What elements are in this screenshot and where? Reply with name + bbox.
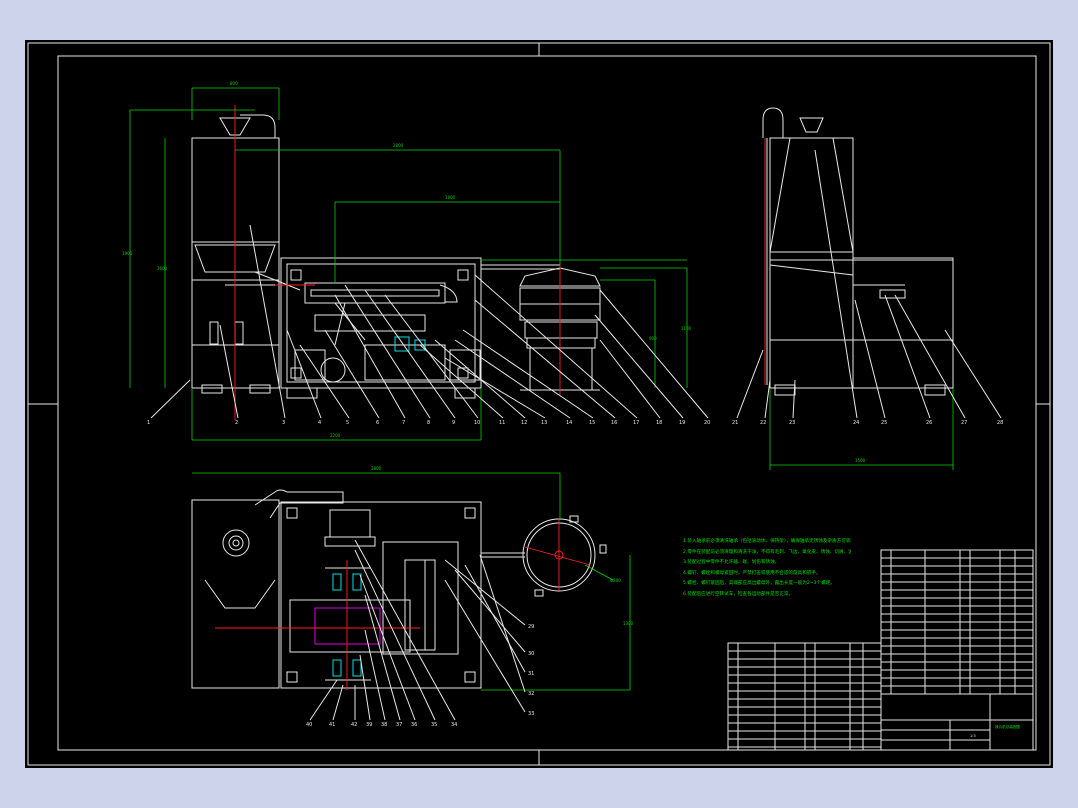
svg-text:1800: 1800 (445, 195, 456, 200)
title-block: 揉丸机总装配图 1:5 (880, 693, 1034, 751)
part-label: 26 (926, 420, 932, 426)
part-label: 2 (235, 420, 238, 426)
part-label: 23 (789, 420, 795, 426)
outer-frame (27, 42, 1051, 766)
svg-text:2200: 2200 (330, 433, 341, 438)
top-view: 2800 1300 Φ800 (191, 466, 634, 721)
svg-text:900: 900 (649, 336, 657, 341)
part-label: 38 (381, 722, 387, 728)
svg-text:1100: 1100 (681, 326, 692, 331)
part-label: 10 (474, 420, 480, 426)
note-line: 1.装入轴承前必须清洗轴承（包括滚动体、保持架），确保轴承无锈蚀及杂质方可装配使… (683, 539, 851, 544)
part-label: 24 (853, 420, 859, 426)
part-label: 41 (329, 722, 335, 728)
part-label: 16 (611, 420, 617, 426)
part-label: 5 (346, 420, 349, 426)
svg-text:1600: 1600 (157, 266, 168, 271)
part-label: 9 (452, 420, 455, 426)
part-label: 12 (521, 420, 527, 426)
drawing-scale: 1:5 (970, 734, 976, 738)
part-label: 30 (528, 651, 534, 657)
part-label: 27 (961, 420, 967, 426)
svg-text:1500: 1500 (855, 458, 866, 463)
part-label: 6 (376, 420, 379, 426)
part-label: 34 (451, 722, 457, 728)
part-label: 8 (427, 420, 430, 426)
part-label: 14 (566, 420, 572, 426)
part-label: 21 (732, 420, 738, 426)
note-line: 6.装配后应进行空转试车，检查各运动部件是否正常。 (683, 591, 794, 597)
part-label: 33 (528, 711, 534, 717)
front-view-part-labels: 1 2 3 4 5 6 7 8 9 10 11 12 13 14 15 16 1… (147, 420, 710, 426)
svg-text:800: 800 (230, 81, 238, 86)
note-line: 5.螺栓、螺钉紧固后，其端部应高出螺母外，露出长度一般为2~3个螺距。 (683, 581, 835, 586)
part-label: 31 (528, 671, 534, 677)
drawing-name: 揉丸机总装配图 (995, 724, 1021, 729)
note-line: 3.装配过程中零件不允许磕、碰、划伤和锈蚀。 (683, 560, 780, 565)
technical-notes: 1.装入轴承前必须清洗轴承（包括滚动体、保持架），确保轴承无锈蚀及杂质方可装配使… (683, 537, 851, 600)
svg-text:1900: 1900 (122, 251, 133, 256)
side-view-part-labels: 21 22 23 24 25 26 27 28 (732, 420, 1003, 426)
part-label: 22 (760, 420, 766, 426)
part-label: 29 (528, 624, 534, 630)
part-label: 32 (528, 691, 534, 697)
part-label: 28 (997, 420, 1003, 426)
svg-text:2800: 2800 (371, 466, 382, 471)
note-line: 4.螺钉、螺栓和螺母紧固时，严禁打击或使用不合适的旋具和扳手。 (683, 570, 821, 576)
part-label: 15 (589, 420, 595, 426)
part-label: 35 (431, 722, 437, 728)
part-label: 3 (282, 420, 285, 426)
part-label: 1 (147, 420, 150, 426)
part-label: 25 (881, 420, 887, 426)
front-view: 800 1900 1600 2800 1800 2200 900 1100 (122, 81, 709, 441)
side-view: 1500 (736, 107, 1002, 470)
part-label: 17 (633, 420, 639, 426)
part-label: 20 (704, 420, 710, 426)
drawing-sheet: 800 1900 1600 2800 1800 2200 900 1100 1 (25, 40, 1053, 768)
cad-drawing: 800 1900 1600 2800 1800 2200 900 1100 1 2… (27, 42, 1051, 766)
part-label: 13 (541, 420, 547, 426)
part-label: 40 (306, 722, 312, 728)
part-label: 36 (411, 722, 417, 728)
part-label: 11 (499, 420, 505, 426)
svg-text:Φ800: Φ800 (610, 578, 621, 583)
part-label: 42 (351, 722, 357, 728)
note-line: 2.零件在装配前必须清理和清洗干净，不得有毛刺、飞边、氧化皮、锈蚀、切屑、油污、… (683, 549, 851, 555)
part-label: 37 (396, 722, 402, 728)
part-label: 4 (318, 420, 321, 426)
part-label: 7 (402, 420, 405, 426)
part-label: 39 (366, 722, 372, 728)
part-label: 18 (656, 420, 662, 426)
part-label: 19 (679, 420, 685, 426)
svg-text:2800: 2800 (393, 143, 404, 148)
svg-text:1300: 1300 (623, 621, 634, 626)
